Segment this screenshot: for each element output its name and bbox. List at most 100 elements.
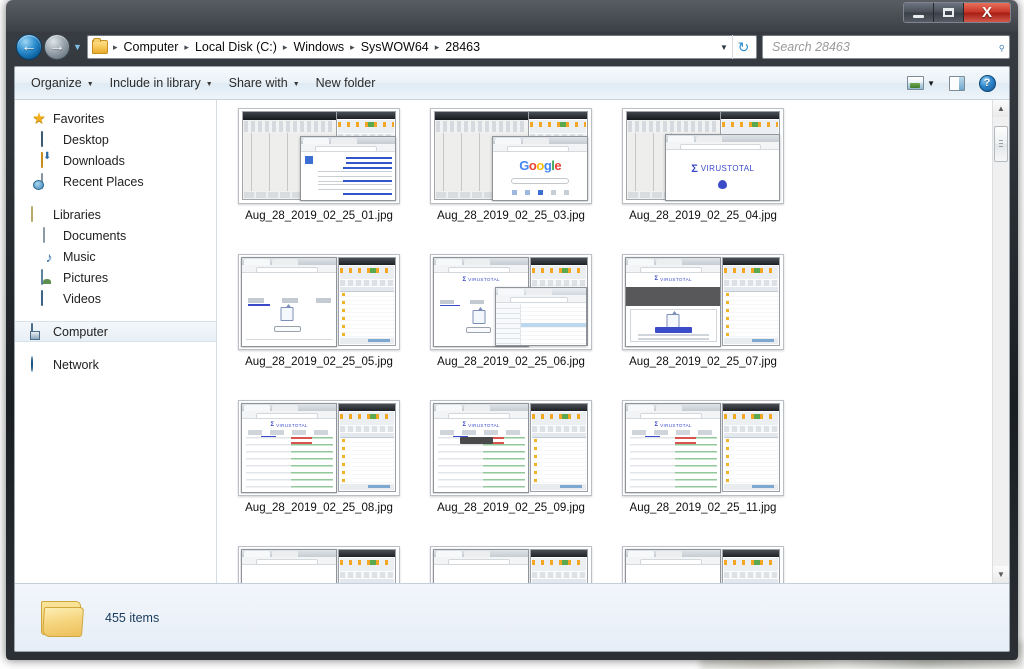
- file-item[interactable]: Aug_28_2019_02_25_01.jpg: [223, 106, 415, 252]
- breadcrumb-item-computer[interactable]: Computer: [121, 38, 182, 56]
- breadcrumb-item-windows[interactable]: Windows: [290, 38, 347, 56]
- command-bar: Organize ▼ Include in library ▼ Share wi…: [15, 67, 1009, 100]
- thumbnail[interactable]: Σ VIRUSTOTAL: [430, 546, 592, 583]
- sidebar-item-pictures[interactable]: Pictures: [15, 267, 216, 288]
- thumbnail[interactable]: Σ VIRUSTOTAL: [430, 400, 592, 496]
- file-name-label: Aug_28_2019_02_25_03.jpg: [437, 210, 585, 222]
- file-name-label: Aug_28_2019_02_25_08.jpg: [245, 502, 393, 514]
- file-item[interactable]: Σ VIRUSTOTAL: [415, 252, 607, 398]
- recent-places-icon: [41, 172, 57, 190]
- forward-arrow-icon: →: [49, 38, 65, 55]
- sidebar-item-network[interactable]: Network: [15, 354, 216, 375]
- file-item[interactable]: Aug_28_2019_02_25_05.jpg: [223, 252, 415, 398]
- search-box[interactable]: ⌕: [762, 35, 1010, 59]
- thumbnail[interactable]: Σ VIRUSTOTAL: [622, 254, 784, 350]
- scrollbar-thumb[interactable]: [994, 126, 1008, 162]
- explorer-window: X ← → ▼ ▸ Computer ▸ Local Disk (C:) ▸ W…: [6, 0, 1018, 660]
- thumbnail[interactable]: Σ VIRUSTOTAL: [622, 400, 784, 496]
- address-history-dropdown-icon[interactable]: ▼: [716, 43, 732, 52]
- address-bar[interactable]: ▸ Computer ▸ Local Disk (C:) ▸ Windows ▸…: [87, 35, 757, 59]
- refresh-button[interactable]: ↻: [732, 35, 754, 59]
- sidebar-item-label: Pictures: [63, 270, 109, 285]
- change-view-button[interactable]: [901, 71, 929, 95]
- item-count-label: 455 items: [105, 610, 160, 625]
- search-input[interactable]: [770, 39, 998, 55]
- share-with-button[interactable]: Share with ▼: [221, 72, 308, 94]
- breadcrumb-item-local-disk[interactable]: Local Disk (C:): [192, 38, 280, 56]
- recent-pages-dropdown-button[interactable]: ▼: [71, 42, 84, 52]
- breadcrumb-separator-2[interactable]: ▸: [280, 42, 291, 52]
- sidebar-item-label: Network: [53, 357, 99, 372]
- thumbnail[interactable]: Google: [430, 108, 592, 204]
- breadcrumb-item-syswow64[interactable]: SysWOW64: [358, 38, 432, 56]
- navigation-pane[interactable]: ★ Favorites Desktop Downloads Recent Pla…: [15, 100, 217, 583]
- file-name-label: Aug_28_2019_02_25_06.jpg: [437, 356, 585, 368]
- file-item[interactable]: Σ VIRUSTOTAL Aug_28_2019_: [415, 544, 607, 583]
- sidebar-item-label: Music: [63, 249, 96, 264]
- file-name-label: Aug_28_2019_02_25_01.jpg: [245, 210, 393, 222]
- include-in-library-button[interactable]: Include in library ▼: [102, 72, 221, 94]
- thumbnail[interactable]: Σ VIRUSTOTAL: [238, 400, 400, 496]
- chevron-down-icon: ▼: [86, 80, 94, 88]
- file-item[interactable]: Google Aug_28_2019_02_25_03.jpg: [415, 106, 607, 252]
- forward-button[interactable]: →: [44, 34, 70, 60]
- breadcrumb-separator-3[interactable]: ▸: [347, 42, 358, 52]
- nav-group-network: Network: [15, 354, 216, 375]
- breadcrumb-separator-1[interactable]: ▸: [181, 42, 192, 52]
- content-wrapper: Aug_28_2019_02_25_01.jpg Google Aug_28_2…: [217, 100, 1009, 583]
- command-bar-right-group: ▼ ?: [901, 71, 1003, 95]
- thumbnail[interactable]: [238, 254, 400, 350]
- file-item[interactable]: Σ VIRUSTOTAL: [607, 252, 799, 398]
- thumbnail[interactable]: [622, 546, 784, 583]
- sidebar-item-desktop[interactable]: Desktop: [15, 129, 216, 150]
- sidebar-item-downloads[interactable]: Downloads: [15, 150, 216, 171]
- file-item[interactable]: Aug_28_2019_02_25_14.jpg: [607, 544, 799, 583]
- file-item[interactable]: Σ VIRUSTOTAL Aug_28_2019_02: [607, 398, 799, 544]
- thumbnail[interactable]: Σ VIRUSTOTAL: [430, 254, 592, 350]
- organize-button[interactable]: Organize ▼: [23, 72, 102, 94]
- back-button[interactable]: ←: [16, 34, 42, 60]
- show-preview-pane-button[interactable]: [943, 71, 971, 95]
- sidebar-item-videos[interactable]: Videos: [15, 288, 216, 309]
- file-item[interactable]: Σ VIRUSTOTAL Aug_28_2019_02: [223, 398, 415, 544]
- chevron-down-icon: ▼: [205, 80, 213, 88]
- monitor-icon: [41, 130, 57, 148]
- picture-icon: [41, 268, 57, 286]
- thumbnail[interactable]: Σ VIRUSTOTAL: [622, 108, 784, 204]
- music-note-icon: ♪: [45, 248, 53, 265]
- sidebar-item-libraries[interactable]: Libraries: [15, 204, 216, 225]
- chevron-down-icon[interactable]: ▼: [927, 79, 941, 88]
- close-button[interactable]: X: [964, 3, 1010, 22]
- sidebar-item-music[interactable]: ♪ Music: [15, 246, 216, 267]
- help-button[interactable]: ?: [973, 71, 1001, 95]
- sidebar-item-favorites[interactable]: ★ Favorites: [15, 108, 216, 129]
- chevron-up-icon: ▲: [997, 104, 1005, 113]
- network-icon: [31, 355, 47, 373]
- chevron-down-icon: ▼: [292, 80, 300, 88]
- minimize-button[interactable]: [904, 3, 934, 22]
- back-arrow-icon: ←: [21, 38, 37, 55]
- breadcrumb-item-28463[interactable]: 28463: [442, 38, 483, 56]
- folder-icon: [41, 599, 85, 637]
- breadcrumb-separator-4[interactable]: ▸: [432, 42, 443, 52]
- libraries-icon: [31, 205, 47, 223]
- file-item[interactable]: Aug_28_2019_02_25_12.jpg: [223, 544, 415, 583]
- title-bar: X: [6, 0, 1018, 30]
- sidebar-item-documents[interactable]: Documents: [15, 225, 216, 246]
- scroll-down-button[interactable]: ▼: [993, 566, 1009, 583]
- address-toolbar: ← → ▼ ▸ Computer ▸ Local Disk (C:) ▸ Win…: [6, 30, 1018, 64]
- file-item[interactable]: Σ VIRUSTOTAL: [415, 398, 607, 544]
- sidebar-item-computer[interactable]: Computer: [15, 321, 216, 342]
- file-item[interactable]: Σ VIRUSTOTAL Aug_28_2019_02_25_04.jpg: [607, 106, 799, 252]
- star-icon: ★: [32, 109, 46, 127]
- minimize-icon: [913, 14, 924, 18]
- scroll-up-button[interactable]: ▲: [993, 100, 1009, 117]
- thumbnail[interactable]: [238, 108, 400, 204]
- thumbnail[interactable]: [238, 546, 400, 583]
- new-folder-button[interactable]: New folder: [308, 72, 384, 94]
- file-list-view[interactable]: Aug_28_2019_02_25_01.jpg Google Aug_28_2…: [217, 100, 992, 583]
- sidebar-item-recent-places[interactable]: Recent Places: [15, 171, 216, 192]
- maximize-button[interactable]: [934, 3, 964, 22]
- vertical-scrollbar[interactable]: ▲ ▼: [992, 100, 1009, 583]
- tooltip: [460, 437, 493, 445]
